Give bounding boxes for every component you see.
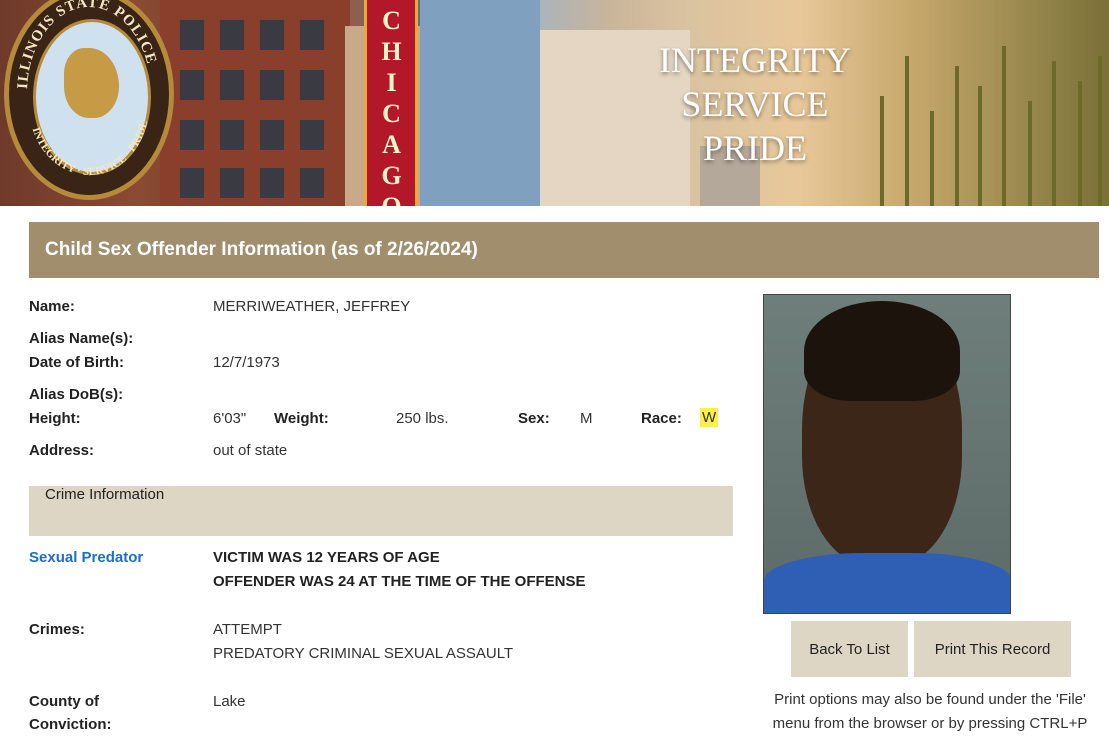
- motto: INTEGRITY SERVICE PRIDE: [600, 38, 910, 170]
- crime-line: ATTEMPT: [213, 621, 282, 638]
- state-police-seal-logo: ILLINOIS STATE POLICE INTEGRITY · SERVIC…: [4, 0, 174, 200]
- county-value: Lake: [213, 693, 246, 710]
- motto-line: INTEGRITY: [659, 40, 851, 80]
- chicago-theatre-sign: CHICAGO: [364, 0, 418, 206]
- header-banner: CHICAGO ILLINOIS STATE POLICE INTEGRITY …: [0, 0, 1109, 206]
- shirt-shape: [764, 553, 1010, 613]
- sexual-predator-link[interactable]: Sexual Predator: [29, 549, 143, 566]
- print-note: Print options may also be found under th…: [760, 688, 1100, 736]
- building-image: [160, 0, 350, 206]
- svg-text:INTEGRITY · SERVICE · PRIDE: INTEGRITY · SERVICE · PRIDE: [30, 119, 151, 178]
- dob-label: Date of Birth:: [29, 354, 124, 371]
- print-record-button[interactable]: Print This Record: [914, 621, 1071, 677]
- alias-dob-label: Alias DoB(s):: [29, 386, 124, 403]
- height-value: 6'03": [213, 410, 247, 427]
- seal-text-bottom: INTEGRITY · SERVICE · PRIDE: [30, 119, 151, 178]
- motto-line: SERVICE: [681, 84, 829, 124]
- motto-line: PRIDE: [702, 128, 807, 168]
- name-label: Name:: [29, 298, 75, 315]
- seal-text-top: ILLINOIS STATE POLICE: [15, 0, 158, 89]
- name-value: MERRIWEATHER, JEFFREY: [213, 298, 411, 315]
- sex-value: M: [580, 410, 593, 427]
- county-label-line: Conviction:: [29, 716, 112, 733]
- county-label: County of Conviction:: [29, 693, 112, 733]
- dob-value: 12/7/1973: [213, 354, 280, 371]
- sex-label: Sex:: [518, 410, 550, 427]
- seal-lettering: ILLINOIS STATE POLICE INTEGRITY · SERVIC…: [15, 0, 159, 178]
- height-label: Height:: [29, 410, 81, 427]
- back-to-list-button[interactable]: Back To List: [791, 621, 908, 677]
- victim-age-text: VICTIM WAS 12 YEARS OF AGE: [213, 549, 440, 566]
- glass-building-image: [420, 0, 540, 206]
- offender-photo: [763, 294, 1011, 614]
- race-label: Race:: [641, 410, 682, 427]
- print-note-line: Print options may also be found under th…: [774, 691, 1086, 708]
- race-value: W: [700, 408, 719, 427]
- alias-label: Alias Name(s):: [29, 330, 134, 347]
- address-value: out of state: [213, 442, 288, 459]
- svg-text:ILLINOIS STATE POLICE: ILLINOIS STATE POLICE: [15, 0, 159, 89]
- weight-label: Weight:: [274, 410, 329, 427]
- hair-shape: [804, 301, 960, 401]
- address-label: Address:: [29, 442, 95, 459]
- county-label-line: County of: [29, 693, 99, 710]
- offender-age-text: OFFENDER WAS 24 AT THE TIME OF THE OFFEN…: [213, 573, 586, 590]
- print-note-line: menu from the browser or by pressing CTR…: [772, 715, 1088, 732]
- page-title: Child Sex Offender Information (as of 2/…: [29, 222, 1099, 278]
- crimes-label: Crimes:: [29, 621, 85, 638]
- weight-value: 250 lbs.: [396, 410, 449, 427]
- crime-section-header: Crime Information: [29, 486, 733, 536]
- crime-line: PREDATORY CRIMINAL SEXUAL ASSAULT: [213, 645, 514, 662]
- sign-text: CHICAGO: [377, 6, 406, 206]
